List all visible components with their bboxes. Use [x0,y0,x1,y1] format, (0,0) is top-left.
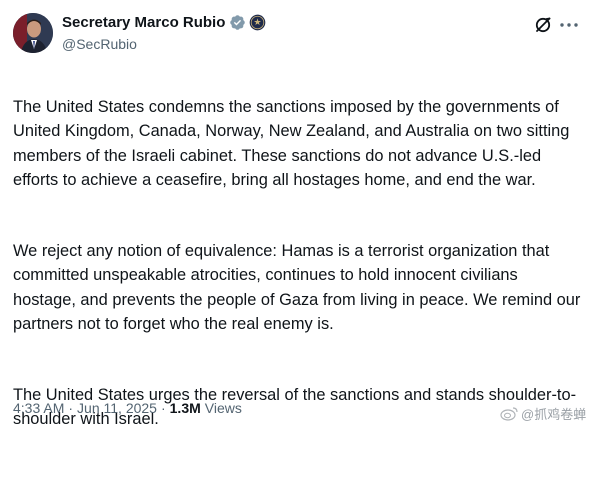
tweet-date[interactable]: Jun 11, 2025 [77,400,157,416]
watermark-text: @抓鸡卷蝉 [521,407,587,422]
grok-icon[interactable] [533,15,553,35]
weibo-logo-icon [500,407,518,421]
author-handle[interactable]: @SecRubio [62,36,137,52]
avatar[interactable] [13,13,53,53]
tweet-header: Secretary Marco Rubio @SecRubio [0,0,593,62]
us-state-department-seal-icon[interactable] [249,14,266,31]
avatar-image [13,13,53,53]
separator-dot: · [160,400,166,416]
watermark: @抓鸡卷蝉 [500,404,586,423]
more-horizontal-icon[interactable] [557,15,581,35]
name-row: Secretary Marco Rubio [62,14,266,31]
separator-dot: · [68,400,74,416]
verified-badge-icon[interactable] [229,14,246,31]
views-label: Views [204,400,242,416]
author-display-name[interactable]: Secretary Marco Rubio [62,14,225,31]
views-count[interactable]: 1.3M [170,400,201,416]
tweet-paragraph: The United States condemns the sanctions… [13,98,570,189]
tweet-metadata: 4:33 AM · Jun 11, 2025 · 1.3M Views [13,400,242,416]
tweet-paragraph: We reject any notion of equivalence: Ham… [13,242,581,333]
tweet-time[interactable]: 4:33 AM [13,400,64,416]
